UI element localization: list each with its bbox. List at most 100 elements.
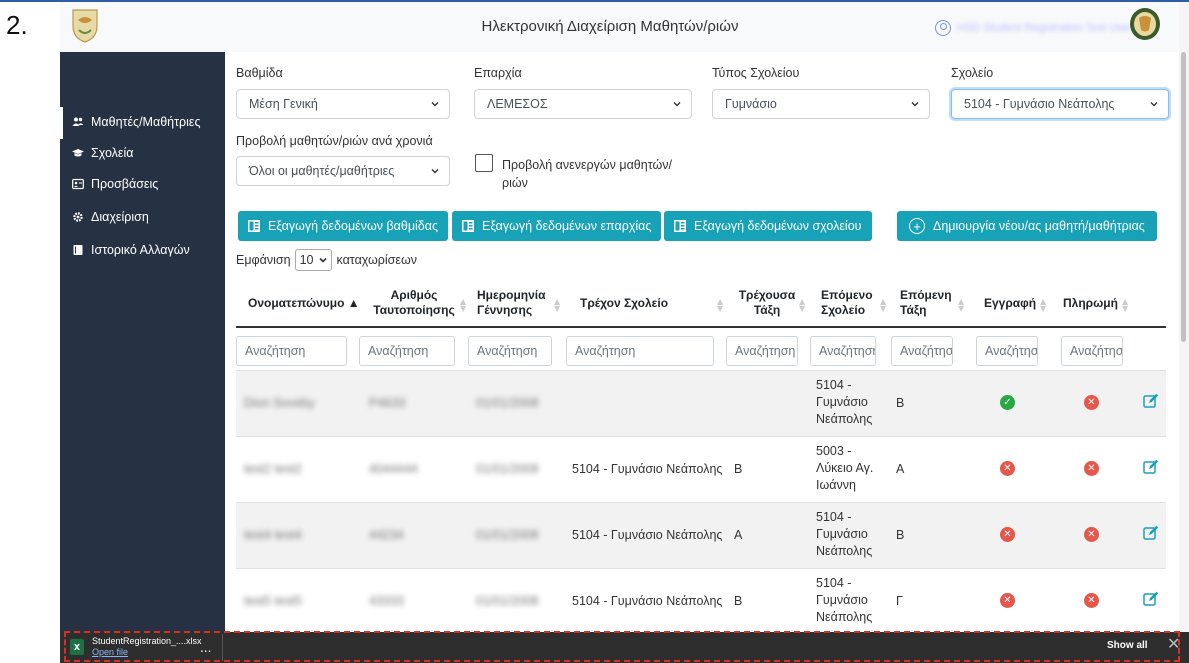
entries-count-value: 10 xyxy=(299,253,314,267)
column-header-next-class-line2: Τάξη xyxy=(900,303,927,317)
chevron-down-icon xyxy=(673,102,681,107)
cell-next-class: Α xyxy=(896,462,905,476)
step-number: 2. xyxy=(6,10,28,40)
sidebar-item-history[interactable]: Ιστορικό Αλλαγών xyxy=(72,243,190,257)
column-header-name[interactable]: Ονοματεπώνυμο ▲ xyxy=(248,296,360,311)
cell-current-school: 5104 - Γυμνάσιο Νεάπολης xyxy=(572,528,723,542)
column-header-dob-line1: Ημερομηνία xyxy=(477,288,546,302)
edit-icon[interactable] xyxy=(1143,459,1159,475)
sidebar-item-label: Μαθητές/Μαθήτριες xyxy=(91,115,201,129)
edit-icon[interactable] xyxy=(1143,393,1159,409)
download-file-name: StudentRegistration_....xlsx xyxy=(92,636,202,646)
column-header-id-line2: Ταυτοποίησης xyxy=(373,303,455,317)
search-input-payment[interactable]: Αναζήτηση xyxy=(1061,336,1123,366)
sort-icon: ▲ ▼ xyxy=(1122,297,1129,313)
open-file-link[interactable]: Open file xyxy=(92,647,202,658)
highlight-box xyxy=(64,631,1180,662)
cell-next-school-line: 5104 - xyxy=(816,576,852,590)
cell-next-school-line: Νεάπολης xyxy=(816,610,873,624)
user-menu[interactable]: HSD Student Registration Test User xyxy=(935,20,1132,36)
entries-count-select[interactable]: 10 xyxy=(294,249,333,271)
search-input-name[interactable]: Αναζήτηση xyxy=(236,336,347,366)
school-type-select[interactable]: Γυμνάσιο xyxy=(712,89,930,119)
sort-icon: ▲ ▼ xyxy=(1040,297,1047,313)
search-input-registration[interactable]: Αναζήτηση xyxy=(976,336,1038,366)
column-header-current-class[interactable]: Τρέχουσα Τάξη xyxy=(736,288,798,318)
cell-next-school: 5104 - Γυμνάσιο Νεάπολης xyxy=(816,575,872,626)
edit-icon[interactable] xyxy=(1143,591,1159,607)
book-icon xyxy=(73,245,83,255)
sort-icon: ▲ ▼ xyxy=(717,297,724,313)
level-select[interactable]: Μέση Γενική xyxy=(236,89,450,119)
search-input-current-school[interactable]: Αναζήτηση xyxy=(566,336,714,366)
cell-id: 44234 xyxy=(369,528,404,542)
inactive-students-label: Προβολή ανενεργών μαθητών/ ριών xyxy=(502,156,672,192)
cell-next-school: 5003 - Λύκειο Αγ. Ιωάννη xyxy=(816,443,873,494)
cell-next-school-line: Γυμνάσιο xyxy=(816,395,868,409)
create-student-button[interactable]: + Δημιουργία νέου/ας μαθητή/μαθήτριας xyxy=(897,211,1157,241)
show-all-button[interactable]: Show all xyxy=(1107,640,1148,651)
sidebar-item-label: Σχολεία xyxy=(91,146,134,160)
sidebar-item-label: Προσβάσεις xyxy=(91,177,159,191)
column-header-next-school[interactable]: Επόμενο Σχολείο xyxy=(821,288,873,318)
column-header-dob[interactable]: Ημερομηνία Γέννησης xyxy=(477,288,557,318)
cell-id: 4044444 xyxy=(369,462,418,476)
sidebar-item-students[interactable]: Μαθητές/Μαθήτριες xyxy=(60,107,201,139)
entries-suffix-label: καταχωρίσεων xyxy=(336,253,417,267)
chevron-down-icon xyxy=(431,169,439,174)
sidebar-item-schools[interactable]: Σχολεία xyxy=(72,146,134,160)
inactive-students-label-line2: ριών xyxy=(502,176,528,190)
district-select[interactable]: ΛΕΜΕΣΟΣ xyxy=(474,89,692,119)
sort-icon: ▲ ▼ xyxy=(554,297,561,313)
cell-next-school-line: 5003 - xyxy=(816,444,852,458)
column-header-next-class[interactable]: Επόμενη Τάξη xyxy=(900,288,952,318)
page-scrollbar[interactable] xyxy=(1179,2,1189,632)
column-header-next-school-line1: Επόμενο xyxy=(821,288,873,302)
cell-dob: 01/01/2008 xyxy=(476,528,539,542)
download-item[interactable]: X StudentRegistration_....xlsx Open file xyxy=(70,636,202,658)
search-input-id[interactable]: Αναζήτηση xyxy=(359,336,455,366)
chevron-down-icon xyxy=(319,257,328,263)
sort-icon: ▲ ▼ xyxy=(460,297,467,313)
x-circle-icon: ✕ xyxy=(1000,593,1015,608)
cell-next-class: Γ xyxy=(896,594,903,608)
close-icon[interactable]: ✕ xyxy=(1167,636,1180,652)
edit-icon[interactable] xyxy=(1143,525,1159,541)
scrollbar-thumb[interactable] xyxy=(1181,52,1186,342)
download-separator xyxy=(222,634,223,661)
screenshot-root: 2. Ηλεκτρονική Διαχείριση Μαθητών/ριών H… xyxy=(0,0,1189,663)
sidebar-item-management[interactable]: Διαχείριση xyxy=(72,210,149,224)
search-input-dob[interactable]: Αναζήτηση xyxy=(468,336,552,366)
column-header-registration[interactable]: Εγγραφή xyxy=(984,296,1036,311)
app-title: Ηλεκτρονική Διαχείριση Μαθητών/ριών xyxy=(481,18,739,35)
school-select[interactable]: 5104 - Γυμνάσιο Νεάπολης xyxy=(951,89,1169,119)
export-school-button[interactable]: Εξαγωγή δεδομένων σχολείου xyxy=(664,211,872,241)
sort-ascending-icon: ▲ xyxy=(347,296,360,310)
search-input-next-class[interactable]: Αναζήτηση xyxy=(891,336,953,366)
x-circle-icon: ✕ xyxy=(1084,461,1099,476)
export-level-button[interactable]: Εξαγωγή δεδομένων βαθμίδας xyxy=(238,211,449,241)
cell-current-school: 5104 - Γυμνάσιο Νεάπολης xyxy=(572,594,723,608)
cell-next-school: 5104 - Γυμνάσιο Νεάπολης xyxy=(816,377,872,428)
export-district-button[interactable]: Εξαγωγή δεδομένων επαρχίας xyxy=(452,211,662,241)
column-header-payment[interactable]: Πληρωμή xyxy=(1063,296,1118,311)
column-header-dob-line2: Γέννησης xyxy=(477,303,533,317)
sort-icon: ▲ ▼ xyxy=(799,297,806,313)
inactive-students-label-line1: Προβολή ανενεργών μαθητών/ xyxy=(502,158,672,172)
export-district-label: Εξαγωγή δεδομένων επαρχίας xyxy=(482,219,652,233)
column-header-id[interactable]: Αριθμός Ταυτοποίησης xyxy=(369,288,459,318)
download-more-button[interactable]: ... xyxy=(200,641,211,655)
cell-next-school-line: Νεάπολης xyxy=(816,412,873,426)
school-label: Σχολείο xyxy=(951,66,994,80)
search-input-next-school[interactable]: Αναζήτηση xyxy=(810,336,876,366)
inactive-students-checkbox[interactable] xyxy=(475,154,493,172)
excel-file-icon: X xyxy=(70,639,84,655)
year-view-select[interactable]: Όλοι οι μαθητές/μαθήτριες xyxy=(236,156,450,186)
search-input-current-class[interactable]: Αναζήτηση xyxy=(726,336,798,366)
cell-current-class: Β xyxy=(734,462,743,476)
user-circle-icon xyxy=(935,20,951,36)
sidebar-item-access[interactable]: Προσβάσεις xyxy=(72,177,158,191)
column-header-current-school[interactable]: Τρέχον Σχολείο xyxy=(580,296,668,311)
entries-show-label: Εμφάνιση xyxy=(236,253,291,267)
column-header-name-label: Ονοματεπώνυμο xyxy=(248,296,345,310)
